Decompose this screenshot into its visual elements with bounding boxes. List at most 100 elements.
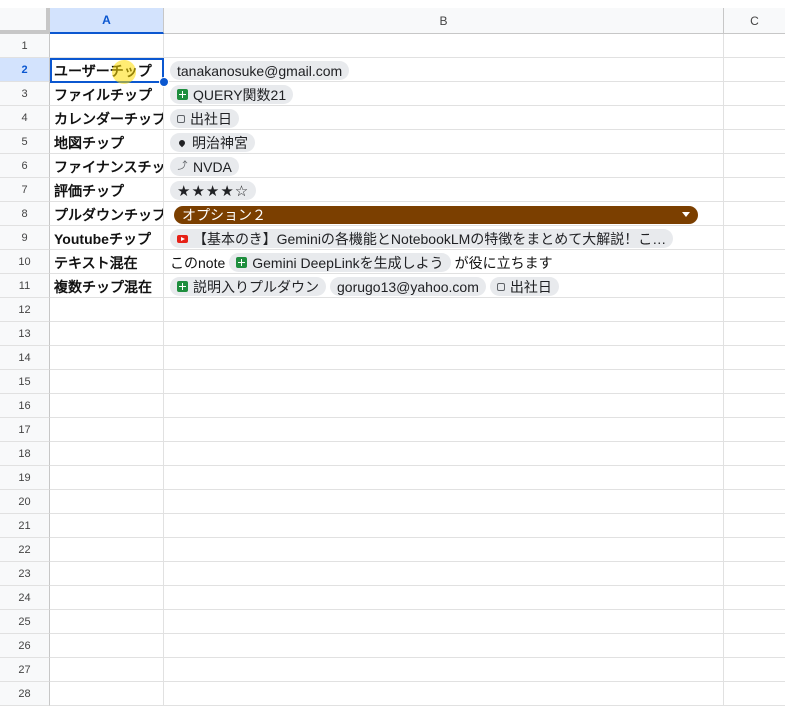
rating-chip[interactable]: ★★★★☆ [170,181,257,200]
row-header-6[interactable]: 6 [0,154,50,178]
row-header-5[interactable]: 5 [0,130,50,154]
cell-b6[interactable]: ⤴ NVDA [164,154,724,178]
calendar-chip[interactable]: 出社日 [170,109,239,128]
cell-c20[interactable] [724,490,785,514]
fill-handle[interactable] [159,77,169,87]
row-header-17[interactable]: 17 [0,418,50,442]
row-header-16[interactable]: 16 [0,394,50,418]
cell-a5[interactable]: 地図チップ [50,130,164,154]
row-header-23[interactable]: 23 [0,562,50,586]
row-header-19[interactable]: 19 [0,466,50,490]
row-header-8[interactable]: 8 [0,202,50,226]
cell-b22[interactable] [164,538,724,562]
cell-a9[interactable]: Youtubeチップ [50,226,164,250]
cell-a19[interactable] [50,466,164,490]
row-header-14[interactable]: 14 [0,346,50,370]
cell-b3[interactable]: QUERY関数21 [164,82,724,106]
link-chip[interactable]: Gemini DeepLinkを生成しよう [229,253,451,272]
cell-a28[interactable] [50,682,164,706]
cell-b2[interactable]: tanakanosuke@gmail.com [164,58,724,82]
row-header-2[interactable]: 2 [0,58,50,82]
cell-a12[interactable] [50,298,164,322]
cell-c8[interactable] [724,202,785,226]
cell-c28[interactable] [724,682,785,706]
file-chip[interactable]: QUERY関数21 [170,85,294,104]
cell-a16[interactable] [50,394,164,418]
cell-b23[interactable] [164,562,724,586]
cell-b7[interactable]: ★★★★☆ [164,178,724,202]
cell-b27[interactable] [164,658,724,682]
row-header-3[interactable]: 3 [0,82,50,106]
cell-a11[interactable]: 複数チップ混在 [50,274,164,298]
cell-a8[interactable]: プルダウンチップ [50,202,164,226]
row-header-28[interactable]: 28 [0,682,50,706]
cell-c18[interactable] [724,442,785,466]
cell-a14[interactable] [50,346,164,370]
cell-b26[interactable] [164,634,724,658]
cell-b21[interactable] [164,514,724,538]
cell-c10[interactable] [724,250,785,274]
calendar-chip-multi[interactable]: 出社日 [489,277,559,296]
cell-b28[interactable] [164,682,724,706]
row-header-20[interactable]: 20 [0,490,50,514]
cell-c3[interactable] [724,82,785,106]
cell-b24[interactable] [164,586,724,610]
cell-c16[interactable] [724,394,785,418]
cell-a2[interactable]: ユーザーチップ [50,58,164,82]
map-chip[interactable]: 明治神宮 [170,133,255,152]
select-all-corner[interactable] [0,8,50,34]
cell-c24[interactable] [724,586,785,610]
row-header-1[interactable]: 1 [0,34,50,58]
cell-c14[interactable] [724,346,785,370]
cell-c12[interactable] [724,298,785,322]
row-header-15[interactable]: 15 [0,370,50,394]
cell-a17[interactable] [50,418,164,442]
row-header-7[interactable]: 7 [0,178,50,202]
row-header-21[interactable]: 21 [0,514,50,538]
cell-b10[interactable]: このnote Gemini DeepLinkを生成しよう が役に立ちます [164,250,724,274]
cell-c17[interactable] [724,418,785,442]
cell-b12[interactable] [164,298,724,322]
cell-c2[interactable] [724,58,785,82]
cell-c7[interactable] [724,178,785,202]
cell-a22[interactable] [50,538,164,562]
cell-a4[interactable]: カレンダーチップ [50,106,164,130]
cell-b17[interactable] [164,418,724,442]
cell-c15[interactable] [724,370,785,394]
row-header-18[interactable]: 18 [0,442,50,466]
cell-b11[interactable]: 説明入りプルダウン gorugo13@yahoo.com 出社日 [164,274,724,298]
cell-a1[interactable] [50,34,164,58]
cell-c5[interactable] [724,130,785,154]
cell-a21[interactable] [50,514,164,538]
cell-a13[interactable] [50,322,164,346]
finance-chip[interactable]: ⤴ NVDA [170,157,239,176]
column-header-b[interactable]: B [164,8,724,34]
cell-a24[interactable] [50,586,164,610]
dropdown-chip[interactable]: オプション２ [174,205,698,224]
cell-b4[interactable]: 出社日 [164,106,724,130]
cell-c25[interactable] [724,610,785,634]
cell-c21[interactable] [724,514,785,538]
row-header-24[interactable]: 24 [0,586,50,610]
cell-c11[interactable] [724,274,785,298]
cell-a26[interactable] [50,634,164,658]
row-header-25[interactable]: 25 [0,610,50,634]
cell-b5[interactable]: 明治神宮 [164,130,724,154]
row-header-22[interactable]: 22 [0,538,50,562]
row-header-26[interactable]: 26 [0,634,50,658]
row-header-13[interactable]: 13 [0,322,50,346]
cell-c27[interactable] [724,658,785,682]
cell-c19[interactable] [724,466,785,490]
cell-a15[interactable] [50,370,164,394]
row-header-11[interactable]: 11 [0,274,50,298]
cell-b18[interactable] [164,442,724,466]
cell-b20[interactable] [164,490,724,514]
cell-c4[interactable] [724,106,785,130]
cell-a7[interactable]: 評価チップ [50,178,164,202]
cell-a27[interactable] [50,658,164,682]
row-header-27[interactable]: 27 [0,658,50,682]
youtube-chip[interactable]: 【基本のき】Geminiの各機能とNotebookLMの特徴をまとめて大解説！こ… [170,229,674,248]
row-header-9[interactable]: 9 [0,226,50,250]
cell-b15[interactable] [164,370,724,394]
cell-b13[interactable] [164,322,724,346]
